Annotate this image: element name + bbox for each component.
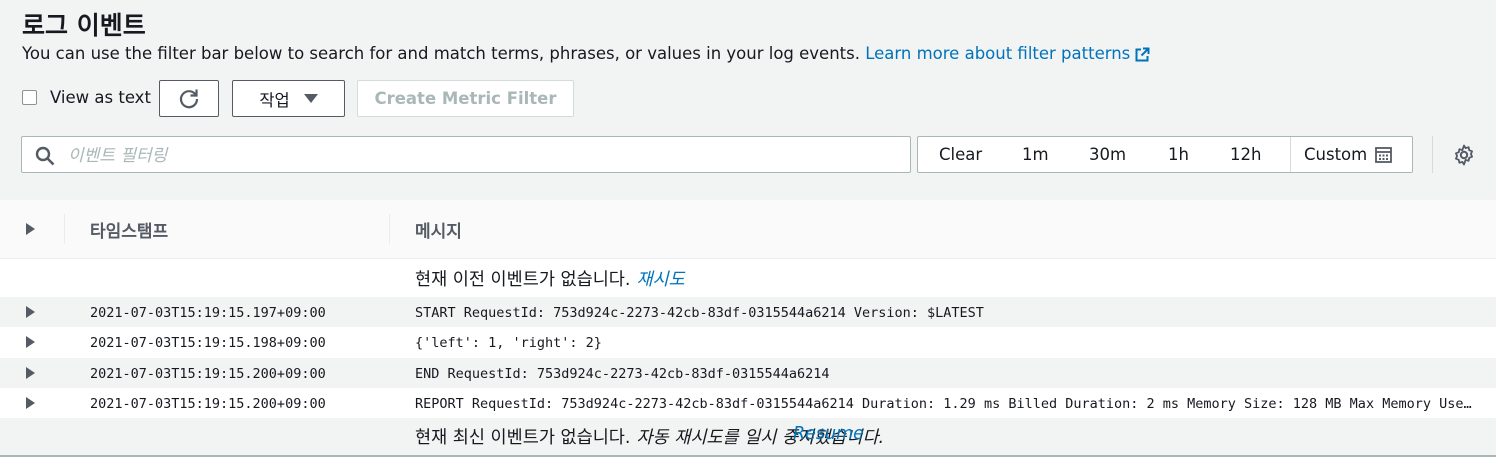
refresh-icon — [179, 89, 199, 108]
row-timestamp: 2021-07-03T15:19:15.200+09:00 — [90, 366, 326, 382]
column-header-timestamp[interactable]: 타임스탬프 — [90, 217, 168, 242]
column-divider — [389, 214, 390, 244]
table-row[interactable]: 2021-07-03T15:19:15.200+09:00 END Reques… — [0, 358, 1496, 388]
time-range-12h[interactable]: 12h — [1230, 145, 1261, 164]
filter-events-field[interactable] — [21, 136, 911, 173]
time-range-divider — [1290, 137, 1291, 172]
time-range-selector: Clear 1m 30m 1h 12h Custom — [917, 136, 1413, 173]
no-older-events-row: 현재 이전 이벤트가 없습니다. 재시도 — [0, 260, 1496, 297]
header-panel: 로그 이벤트 You can use the filter bar below … — [0, 0, 1496, 200]
expand-row-icon[interactable] — [25, 306, 36, 318]
table-row[interactable]: 2021-07-03T15:19:15.197+09:00 START Requ… — [0, 297, 1496, 327]
resume-link[interactable]: Resume — [793, 424, 864, 444]
no-newer-events-text: 현재 최신 이벤트가 없습니다. — [415, 428, 631, 448]
row-timestamp: 2021-07-03T15:19:15.198+09:00 — [90, 335, 326, 351]
time-range-30m[interactable]: 30m — [1089, 145, 1126, 164]
actions-label: 작업 — [259, 90, 290, 110]
row-message: REPORT RequestId: 753d924c-2273-42cb-83d… — [415, 396, 1475, 412]
no-older-events-message: 현재 이전 이벤트가 없습니다. 재시도 — [415, 266, 685, 291]
expand-row-icon[interactable] — [25, 397, 36, 409]
table-row[interactable]: 2021-07-03T15:19:15.198+09:00 {'left': 1… — [0, 327, 1496, 357]
column-header-message[interactable]: 메시지 — [415, 217, 462, 242]
page-title: 로그 이벤트 — [22, 11, 146, 40]
log-events-page: 로그 이벤트 You can use the filter bar below … — [0, 0, 1496, 457]
page-description: You can use the filter bar below to sear… — [22, 43, 1150, 65]
view-as-text-checkbox[interactable] — [22, 90, 37, 105]
row-message: END RequestId: 753d924c-2273-42cb-83df-0… — [415, 366, 830, 382]
row-message: START RequestId: 753d924c-2273-42cb-83df… — [415, 305, 984, 321]
time-range-custom[interactable]: Custom — [1304, 145, 1393, 164]
view-as-text-toggle[interactable]: View as text — [22, 88, 151, 107]
expand-row-icon[interactable] — [25, 336, 36, 348]
retry-link[interactable]: 재시도 — [636, 270, 684, 290]
row-message: {'left': 1, 'right': 2} — [415, 335, 602, 351]
toolbar-divider — [1432, 136, 1433, 173]
row-timestamp: 2021-07-03T15:19:15.197+09:00 — [90, 305, 326, 321]
filter-events-input[interactable] — [66, 141, 890, 170]
external-link-icon — [1135, 47, 1150, 62]
create-metric-filter-button[interactable]: Create Metric Filter — [357, 80, 574, 117]
time-range-1m[interactable]: 1m — [1022, 145, 1049, 164]
search-icon — [35, 146, 55, 166]
actions-dropdown-button[interactable]: 작업 — [232, 80, 345, 117]
no-newer-events-row: 현재 최신 이벤트가 없습니다. 자동 재시도를 일시 중지했습니다. Resum… — [0, 418, 1496, 455]
time-range-1h[interactable]: 1h — [1168, 145, 1189, 164]
view-as-text-label: View as text — [50, 88, 151, 107]
refresh-button[interactable] — [159, 80, 219, 117]
description-text: You can use the filter bar below to sear… — [22, 44, 860, 63]
caret-down-icon — [303, 94, 318, 103]
row-timestamp: 2021-07-03T15:19:15.200+09:00 — [90, 396, 326, 412]
no-older-events-text: 현재 이전 이벤트가 없습니다. — [415, 270, 631, 290]
learn-more-link[interactable]: Learn more about filter patterns — [865, 44, 1150, 63]
expand-row-icon[interactable] — [25, 367, 36, 379]
gear-icon[interactable] — [1453, 144, 1475, 166]
time-range-clear[interactable]: Clear — [939, 145, 982, 164]
expand-all-icon[interactable] — [25, 223, 36, 235]
custom-label: Custom — [1304, 145, 1368, 164]
learn-more-label: Learn more about filter patterns — [865, 44, 1131, 63]
table-header: 타임스탬프 메시지 — [0, 200, 1496, 259]
table-row[interactable]: 2021-07-03T15:19:15.200+09:00 REPORT Req… — [0, 388, 1496, 418]
calendar-icon — [1375, 147, 1393, 163]
column-divider — [64, 214, 65, 244]
